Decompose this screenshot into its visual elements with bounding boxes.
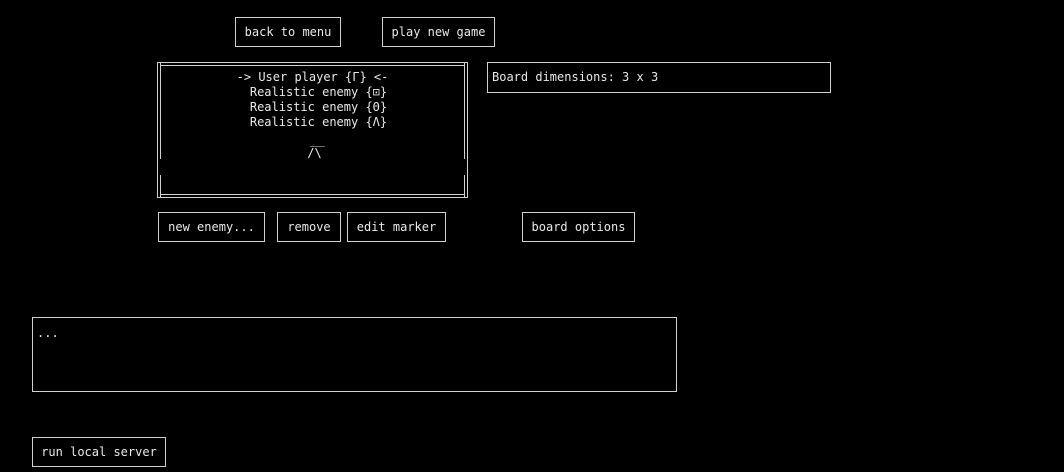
marker-preview-bottom: /\ — [307, 146, 322, 160]
remove-button[interactable]: remove — [277, 212, 341, 242]
log-output-text: ... — [37, 326, 59, 340]
back-to-menu-button[interactable]: back to menu — [235, 17, 341, 47]
player-list-item-enemy-3[interactable]: Realistic enemy {Λ} — [158, 115, 467, 130]
play-new-game-button[interactable]: play new game — [382, 17, 495, 47]
board-dimensions-box: Board dimensions: 3 x 3 — [487, 62, 831, 93]
edit-marker-button[interactable]: edit marker — [347, 212, 446, 242]
marker-preview-top: __ — [310, 133, 325, 147]
player-list-item-enemy-1[interactable]: Realistic enemy {⊡} — [158, 85, 467, 100]
list-frame-inner-top — [160, 65, 465, 66]
new-enemy-button[interactable]: new enemy... — [158, 212, 265, 242]
log-output-box[interactable]: ... — [32, 317, 677, 392]
player-list-item-enemy-2[interactable]: Realistic enemy {Θ} — [158, 100, 467, 115]
player-list[interactable]: -> User player {Γ} <- Realistic enemy {⊡… — [157, 62, 468, 198]
run-local-server-button[interactable]: run local server — [32, 437, 166, 467]
board-dimensions-text: Board dimensions: 3 x 3 — [492, 70, 659, 84]
board-options-button[interactable]: board options — [522, 212, 635, 242]
player-list-item-user[interactable]: -> User player {Γ} <- — [158, 70, 467, 85]
list-frame-inner-bottom — [160, 194, 465, 195]
